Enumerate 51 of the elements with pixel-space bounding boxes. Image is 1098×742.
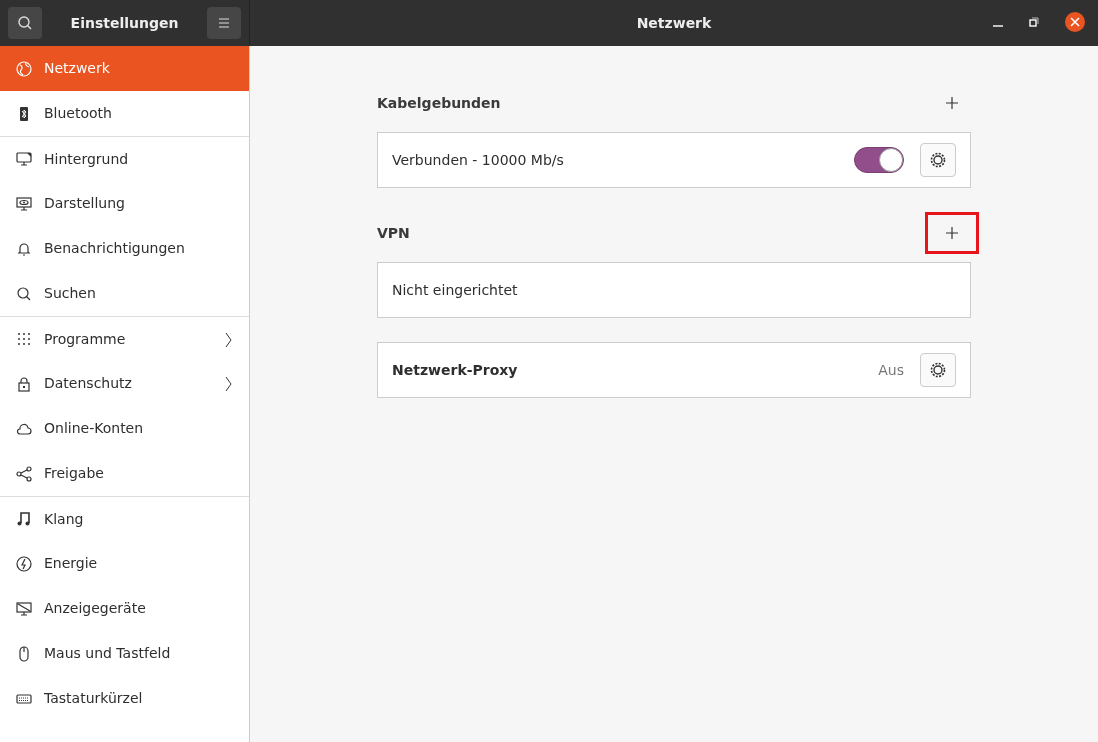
sidebar-title: Einstellungen: [70, 13, 179, 33]
lock-icon: [16, 375, 32, 392]
sidebar-item[interactable]: Online-Konten: [0, 406, 249, 451]
chevron-right-icon: [225, 376, 233, 392]
sidebar-item[interactable]: Bluetooth: [0, 91, 249, 136]
sidebar-item[interactable]: Energie: [0, 541, 249, 586]
search-button[interactable]: [8, 7, 42, 39]
grid-icon: [16, 331, 32, 347]
plus-icon: [946, 227, 958, 239]
settings-button[interactable]: [920, 353, 956, 387]
share-icon: [16, 465, 32, 482]
sidebar-item[interactable]: Darstellung: [0, 181, 249, 226]
power-icon: [16, 555, 32, 572]
close-button[interactable]: [1064, 11, 1086, 33]
row-label: Netzwerk-Proxy: [392, 360, 518, 380]
sidebar-item[interactable]: Klang: [0, 496, 249, 541]
add-button[interactable]: [925, 212, 979, 254]
sidebar-item[interactable]: Anzeigegeräte: [0, 586, 249, 631]
section-title: Kabelgebunden: [377, 93, 501, 113]
gear-icon: [929, 361, 947, 379]
sidebar-item[interactable]: Freigabe: [0, 451, 249, 496]
menu-button[interactable]: [207, 7, 241, 39]
monitor-eye-icon: [16, 195, 32, 212]
bell-icon: [16, 240, 32, 257]
sidebar-item[interactable]: Programme: [0, 316, 249, 361]
maximize-icon[interactable]: [1028, 16, 1040, 28]
row-label: Nicht eingerichtet: [392, 280, 518, 300]
chevron-right-icon: [225, 331, 233, 348]
sidebar-item[interactable]: Hintergrund: [0, 136, 249, 181]
search-icon: [16, 285, 32, 302]
sidebar-item[interactable]: Suchen: [0, 271, 249, 316]
gear-icon: [929, 151, 947, 169]
plus-icon: [946, 97, 958, 109]
sidebar-item[interactable]: Benachrichtigungen: [0, 226, 249, 271]
window-title: Netzwerk: [636, 13, 712, 33]
sidebar-item[interactable]: Tastaturkürzel: [0, 676, 249, 721]
menu-icon: [218, 18, 230, 28]
monitor-icon: [16, 151, 32, 167]
toggle-switch[interactable]: [854, 147, 904, 173]
row-label: Verbunden - 10000 Mb/s: [392, 150, 564, 170]
sidebar-item[interactable]: Maus und Tastfeld: [0, 631, 249, 676]
sidebar-item[interactable]: Datenschutz: [0, 361, 249, 406]
status-text: Aus: [878, 360, 904, 380]
search-icon: [17, 15, 33, 31]
section-title: VPN: [377, 223, 410, 243]
settings-button[interactable]: [920, 143, 956, 177]
music-note-icon: [16, 511, 32, 527]
display-icon: [16, 600, 32, 617]
sidebar-item[interactable]: Netzwerk: [0, 46, 249, 91]
globe-icon: [16, 60, 32, 77]
mouse-icon: [16, 645, 32, 662]
